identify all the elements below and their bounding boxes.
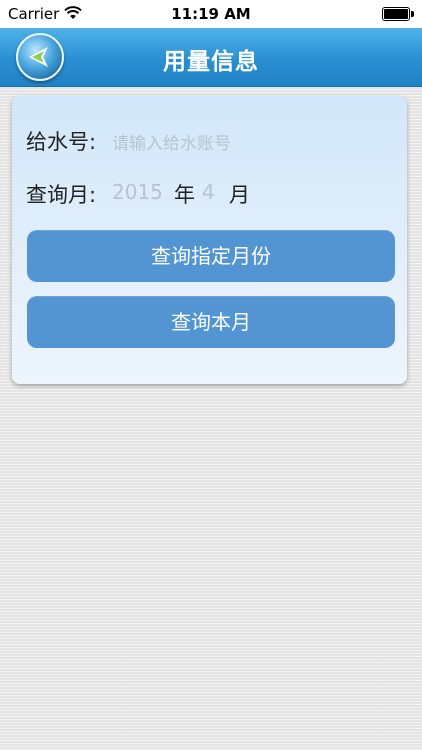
month-input[interactable]: 4 [202,180,215,204]
month-label: 查询月: [26,183,97,207]
month-unit-label: 月 [229,183,250,207]
account-label: 给水号: [26,130,97,154]
account-input[interactable]: 请输入给水账号 [112,129,231,154]
navigation-bar: 用量信息 [0,28,422,87]
clock: 11:19 AM [171,5,251,23]
year-unit-label: 年 [174,183,195,207]
year-input[interactable]: 2015 [112,180,163,204]
query-current-month-button[interactable]: 查询本月 [27,296,395,348]
page-title: 用量信息 [163,49,259,75]
battery-icon [382,7,414,21]
query-card: 给水号: 请输入给水账号 查询月: 2015 年 4 月 查询指定月份 查询本月 [12,96,407,384]
status-bar: Carrier 11:19 AM [0,0,422,28]
query-specified-month-button[interactable]: 查询指定月份 [27,230,395,282]
